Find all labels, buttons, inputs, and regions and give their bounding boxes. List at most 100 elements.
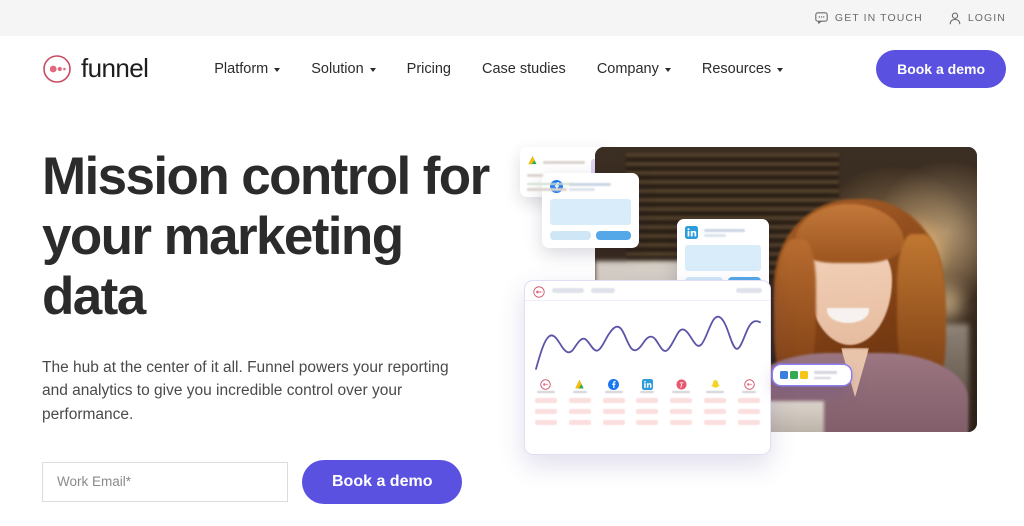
dashboard-card	[524, 280, 771, 455]
channel-column[interactable]	[564, 377, 596, 393]
nav-label-resources: Resources	[701, 60, 772, 77]
logo-wordmark: funnel	[81, 53, 149, 83]
toolbar-chip[interactable]	[736, 288, 762, 293]
nav-item-pricing[interactable]: Pricing	[407, 61, 451, 77]
nav-label-platform: Platform	[214, 60, 269, 77]
snapchat-icon	[710, 377, 721, 388]
hero-visual: Smiling woman with auburn hair working o…	[520, 147, 1024, 477]
hero-section: Mission control for your marketing data …	[0, 101, 1024, 526]
login-link[interactable]: LOGIN	[949, 12, 1006, 25]
table-cell	[602, 398, 625, 403]
login-label: LOGIN	[967, 12, 1006, 24]
chevron-down-icon	[274, 67, 281, 72]
funnel-dots-logo-icon	[42, 54, 72, 84]
connector-badge	[773, 365, 851, 385]
get-in-touch-link[interactable]: GET IN TOUCH	[815, 12, 923, 24]
table-cell	[738, 420, 761, 425]
channel-column[interactable]	[733, 377, 765, 393]
ad-button[interactable]	[550, 231, 592, 240]
blue-icon	[780, 371, 788, 379]
nav-item-platform[interactable]: Platform	[214, 60, 281, 77]
ad-card-header	[550, 180, 631, 193]
toolbar-chip[interactable]	[591, 288, 615, 293]
ad-card-buttons	[550, 231, 631, 240]
blur-text-line	[569, 188, 596, 191]
channel-label	[742, 390, 757, 393]
table-cell	[738, 409, 761, 414]
table-cell	[704, 409, 727, 414]
landing-page: GET IN TOUCH LOGIN funnel Platform Solut…	[0, 0, 1024, 526]
channel-column[interactable]	[632, 377, 664, 393]
ad-card-text	[704, 228, 761, 237]
blur-text-line	[527, 182, 573, 185]
nav-label-solution: Solution	[311, 60, 364, 77]
nav-label-company: Company	[596, 60, 659, 77]
blur-text-line	[704, 228, 746, 232]
table-cell	[636, 398, 659, 403]
nav-item-case-studies[interactable]: Case studies	[482, 61, 566, 77]
dashboard-chart	[525, 301, 770, 373]
nav-item-resources[interactable]: Resources	[701, 60, 784, 77]
table-row	[530, 409, 765, 414]
nav-item-company[interactable]: Company	[597, 61, 671, 77]
channel-column[interactable]	[530, 377, 562, 393]
table-cell	[738, 398, 761, 403]
table-cell	[670, 409, 693, 414]
blur-text-line	[543, 160, 585, 164]
linkedin-icon	[685, 226, 698, 239]
yellow-icon	[800, 371, 808, 379]
table-cell	[568, 420, 591, 425]
blur-text-line	[527, 174, 543, 177]
ad-creative-image	[550, 199, 631, 225]
nav-item-solution[interactable]: Solution	[311, 60, 376, 77]
channel-label	[572, 390, 587, 393]
google-ads-icon	[574, 377, 585, 389]
blur-text-line	[569, 182, 612, 186]
table-cell	[534, 398, 557, 403]
table-cell	[636, 420, 659, 425]
facebook-icon	[608, 377, 620, 390]
blur-text-line	[527, 188, 567, 191]
hero-copy: Mission control for your marketing data …	[0, 147, 520, 526]
channel-label	[706, 390, 725, 393]
table-cell	[602, 420, 625, 425]
dashboard-toolbar	[525, 281, 770, 301]
channel-column[interactable]	[665, 377, 697, 393]
table-cell	[636, 409, 659, 414]
table-cell	[534, 420, 557, 425]
ad-creative-image	[685, 245, 761, 271]
dashboard-channel-row	[525, 373, 770, 393]
get-in-touch-label: GET IN TOUCH	[834, 12, 923, 24]
funnel-icon	[540, 377, 552, 390]
table-cell	[568, 409, 591, 414]
channel-column[interactable]	[699, 377, 731, 393]
page-title: Mission control for your marketing data	[42, 147, 490, 326]
chevron-down-icon	[777, 67, 784, 72]
linkedin-icon	[641, 377, 653, 390]
funnel-logo[interactable]: funnel	[42, 53, 149, 84]
utility-bar: GET IN TOUCH LOGIN	[0, 0, 1024, 36]
ad-cta-button[interactable]	[596, 231, 631, 240]
photo-woman	[742, 184, 968, 432]
pinterest-icon	[676, 377, 687, 390]
work-email-input[interactable]	[42, 461, 288, 502]
badge-text	[814, 371, 844, 379]
chat-icon	[815, 12, 828, 24]
channel-label	[640, 390, 655, 393]
toolbar-chip[interactable]	[552, 288, 584, 293]
channel-column[interactable]	[598, 377, 630, 393]
nav-label-pricing: Pricing	[406, 60, 451, 77]
table-cell	[670, 420, 693, 425]
ad-card-text	[569, 182, 631, 191]
nav-label-case-studies: Case studies	[481, 60, 566, 77]
header-book-demo-button[interactable]: Book a demo	[876, 49, 1006, 88]
table-cell	[704, 420, 727, 425]
channel-label	[604, 390, 623, 393]
main-header: funnel Platform Solution Pricing Case st…	[0, 36, 1024, 101]
hero-book-demo-button[interactable]: Book a demo	[302, 459, 463, 504]
channel-label	[672, 390, 691, 393]
primary-nav: Platform Solution Pricing Case studies C…	[214, 60, 784, 77]
user-icon	[949, 12, 961, 25]
table-cell	[670, 398, 693, 403]
table-cell	[704, 398, 727, 403]
